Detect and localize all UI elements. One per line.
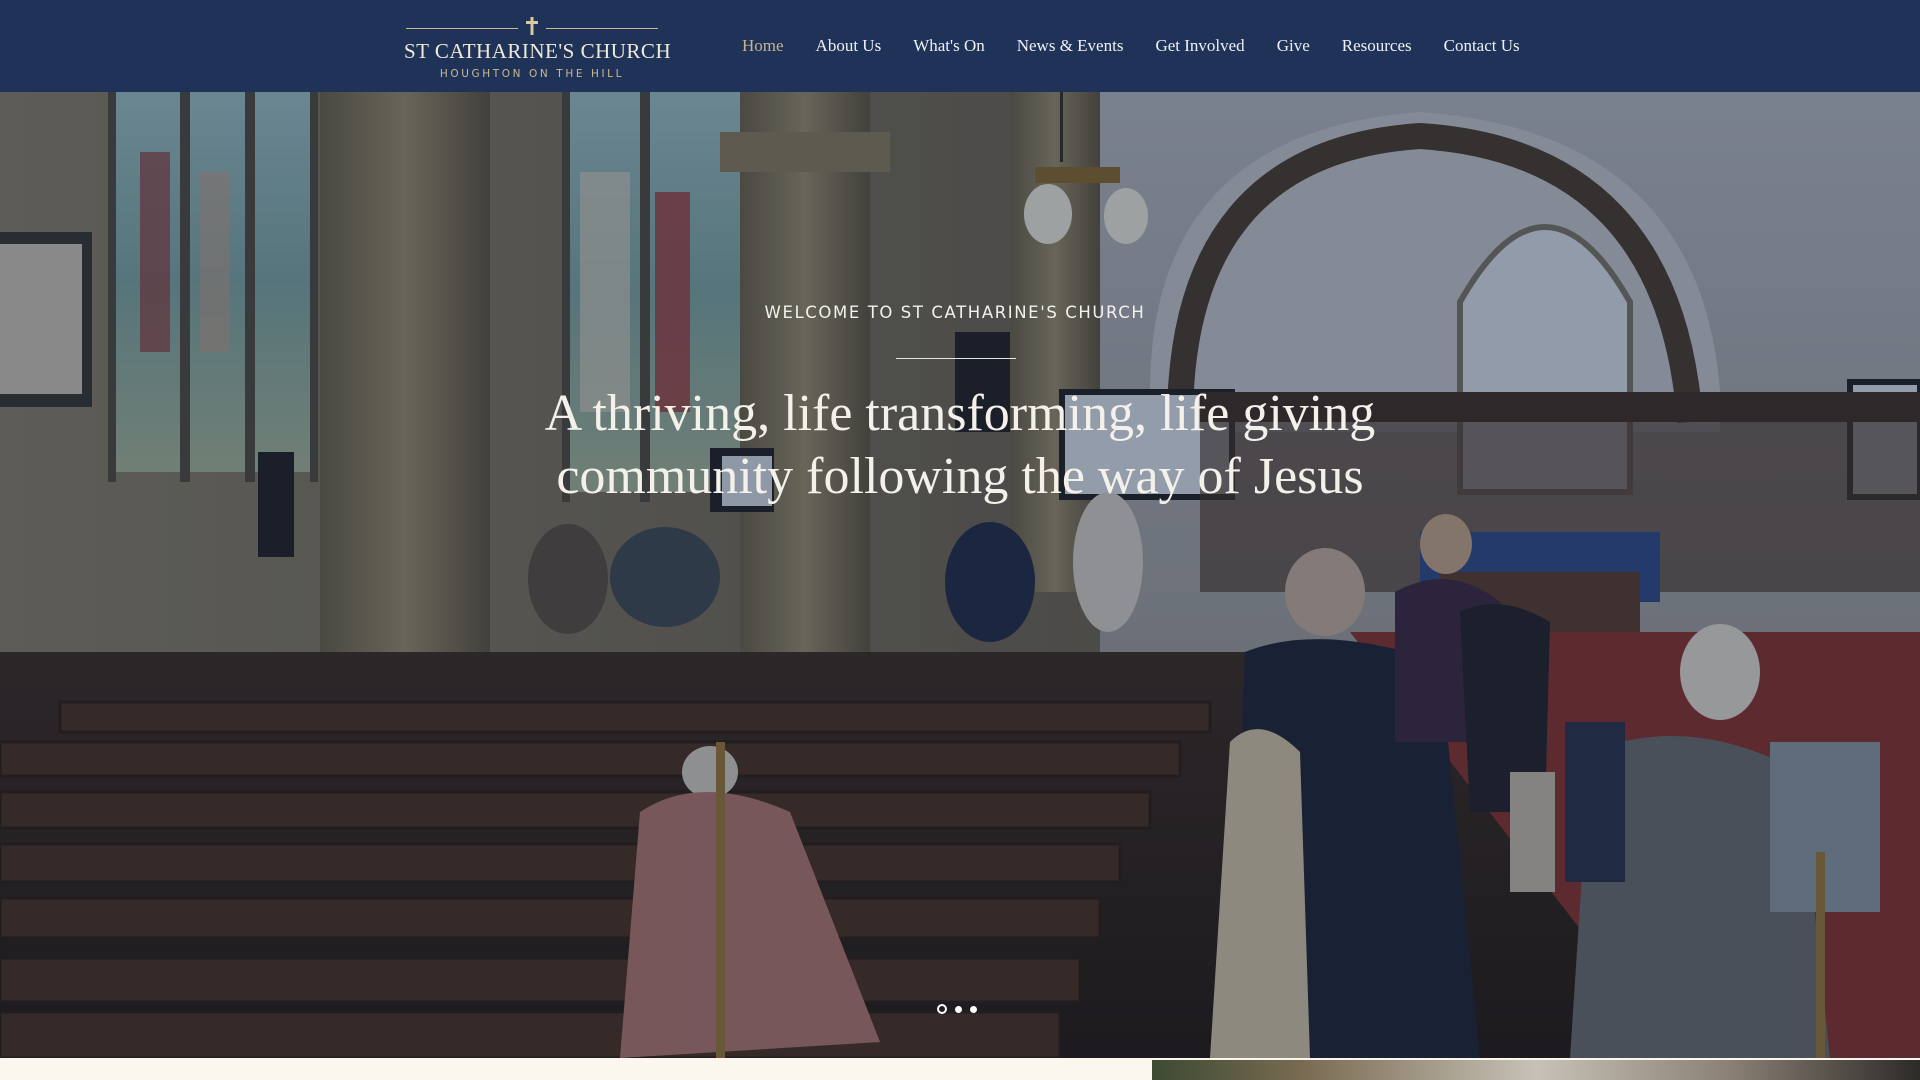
slideshow-pagination <box>937 1003 977 1015</box>
slide-dot-1[interactable] <box>937 1004 947 1014</box>
nav-item-get-involved[interactable]: Get Involved <box>1139 0 1260 92</box>
hero-eyebrow: WELCOME TO ST CATHARINE'S CHURCH <box>764 303 1146 322</box>
logo-divider-right <box>546 28 658 29</box>
nav-item-contact-us[interactable]: Contact Us <box>1428 0 1536 92</box>
next-section-image <box>1152 1060 1920 1080</box>
hero-heading: A thriving, life transforming, life givi… <box>460 382 1460 508</box>
logo-subtitle: HOUGHTON ON THE HILL <box>439 68 625 80</box>
nav-item-give[interactable]: Give <box>1261 0 1326 92</box>
slide-dot-2[interactable] <box>955 1005 962 1013</box>
nav-item-about-us[interactable]: About Us <box>800 0 898 92</box>
nav-item-resources[interactable]: Resources <box>1326 0 1428 92</box>
hero-heading-line-2: community following the way of Jesus <box>556 448 1364 505</box>
hero-slideshow: WELCOME TO ST CATHARINE'S CHURCH A thriv… <box>0 92 1920 1058</box>
hero-heading-line-1: A thriving, life transforming, life givi… <box>544 385 1376 442</box>
logo-divider-left <box>406 28 518 29</box>
site-logo[interactable]: ST CATHARINE'S CHURCH HOUGHTON ON THE HI… <box>404 16 672 84</box>
main-nav: Home About Us What's On News & Events Ge… <box>726 0 1536 92</box>
nav-item-whats-on[interactable]: What's On <box>897 0 1001 92</box>
next-section-background <box>0 1060 1152 1080</box>
logo-title: ST CATHARINE'S CHURCH <box>404 39 672 63</box>
nav-item-news-events[interactable]: News & Events <box>1001 0 1140 92</box>
hero-overlay <box>0 92 1920 1058</box>
slide-dot-3[interactable] <box>970 1005 977 1013</box>
cross-icon <box>526 17 538 35</box>
hero-divider <box>896 358 1016 359</box>
site-header: ST CATHARINE'S CHURCH HOUGHTON ON THE HI… <box>0 0 1920 92</box>
nav-item-home[interactable]: Home <box>726 0 800 92</box>
